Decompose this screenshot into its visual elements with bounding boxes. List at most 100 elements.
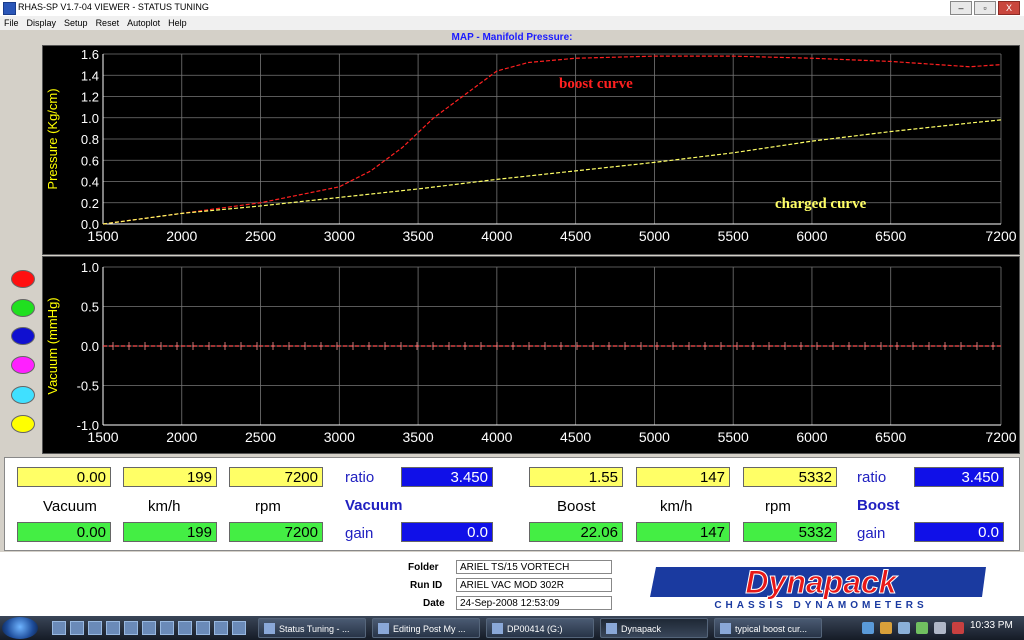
y-tick-label: -0.5 (77, 379, 99, 394)
minimize-button[interactable]: – (950, 1, 972, 15)
y-tick-label: 0.4 (81, 175, 99, 190)
app-icon (606, 623, 617, 634)
taskbar-button-label: DP00414 (G:) (507, 624, 563, 634)
x-tick-label: 6000 (796, 228, 827, 244)
rpm-label-2: rpm (765, 498, 791, 515)
folder-label: Folder (408, 562, 439, 573)
close-button[interactable]: X (998, 1, 1020, 15)
rpm-value-4: 5332 (743, 522, 837, 542)
y-tick-label: 0.6 (81, 153, 99, 168)
menu-setup[interactable]: Setup (60, 16, 92, 30)
channel-red-button[interactable] (11, 270, 35, 288)
rpm-value-3: 7200 (229, 522, 323, 542)
y-tick-label: 0.0 (81, 217, 99, 232)
taskbar-button-typical-boost[interactable]: typical boost cur... (714, 618, 822, 638)
vacuum-value-2: 0.00 (17, 522, 111, 542)
x-tick-label: 4000 (481, 228, 512, 244)
quicklaunch-icon-5[interactable] (124, 621, 138, 635)
gain-value-1: 0.0 (401, 522, 493, 542)
vacuum-label: Vacuum (43, 498, 97, 515)
menu-help[interactable]: Help (164, 16, 191, 30)
tray-speaker-icon[interactable] (898, 622, 910, 634)
quicklaunch-icon-10[interactable] (214, 621, 228, 635)
window-controls: – ▫ X (950, 1, 1020, 15)
taskbar-button-editing-post[interactable]: Editing Post My ... (372, 618, 480, 638)
x-tick-label: 4500 (560, 429, 591, 445)
channel-green-button[interactable] (11, 299, 35, 317)
taskbar-button-drive[interactable]: DP00414 (G:) (486, 618, 594, 638)
runid-field: ARIEL VAC MOD 302R (456, 578, 612, 592)
y-tick-label: 1.0 (81, 111, 99, 126)
folder-field: ARIEL TS/15 VORTECH (456, 560, 612, 574)
boost-value-2: 22.06 (529, 522, 623, 542)
menu-autoplot[interactable]: Autoplot (123, 16, 164, 30)
menu-file[interactable]: File (0, 16, 23, 30)
taskbar-button-dynapack[interactable]: Dynapack (600, 618, 708, 638)
menu-reset[interactable]: Reset (92, 16, 124, 30)
channel-blue-button[interactable] (11, 327, 35, 345)
window-icon (264, 623, 275, 634)
y-tick-label: 0.2 (81, 196, 99, 211)
y-tick-label: 1.2 (81, 90, 99, 105)
dynapack-logo: Dynapack CHASSIS DYNAMOMETERS (650, 564, 986, 611)
quicklaunch-icon-8[interactable] (178, 621, 192, 635)
quicklaunch-icon-11[interactable] (232, 621, 246, 635)
tray-power-icon[interactable] (916, 622, 928, 634)
y-tick-label: 1.0 (81, 260, 99, 275)
tray-display-icon[interactable] (934, 622, 946, 634)
speed-value-2: 147 (636, 467, 730, 487)
vacuum-section-label: Vacuum (345, 497, 403, 514)
pressure-chart-svg: 1500 2000 2500 3000 3500 4000 4500 5000 5500 6000… (45, 47, 1017, 244)
speed-label-1: km/h (148, 498, 181, 515)
ratio-label-1: ratio (345, 469, 375, 486)
taskbar-button-label: Dynapack (621, 624, 662, 634)
x-tick-label: 5500 (718, 228, 749, 244)
rpm-value-2: 5332 (743, 467, 837, 487)
channel-magenta-button[interactable] (11, 356, 35, 374)
logo-tagline: CHASSIS DYNAMOMETERS (714, 600, 927, 611)
start-button[interactable] (2, 617, 38, 639)
menu-display[interactable]: Display (23, 16, 61, 30)
tray-antivirus-icon[interactable] (952, 622, 964, 634)
x-tick-label: 7200 (985, 429, 1016, 445)
quicklaunch-icon-7[interactable] (160, 621, 174, 635)
quicklaunch-icon-2[interactable] (70, 621, 84, 635)
x-tick-label: 5000 (639, 228, 670, 244)
quicklaunch-icon-6[interactable] (142, 621, 156, 635)
quicklaunch-icon-9[interactable] (196, 621, 210, 635)
taskbar-button-status-tuning[interactable]: Status Tuning - ... (258, 618, 366, 638)
menu-bar: File Display Setup Reset Autoplot Help (0, 16, 1024, 30)
quicklaunch-icon-4[interactable] (106, 621, 120, 635)
x-tick-label: 3000 (324, 429, 355, 445)
x-tick-label: 3500 (403, 228, 434, 244)
readout-panel: 0.00 199 7200 ratio 3.450 1.55 147 5332 … (4, 457, 1020, 551)
x-tick-label: 5000 (639, 429, 670, 445)
x-tick-label: 7200 (985, 228, 1016, 244)
series-line-2 (102, 119, 1002, 225)
y-tick-label: 1.6 (81, 47, 99, 62)
quicklaunch-icon-1[interactable] (52, 621, 66, 635)
ratio-value-2: 3.450 (914, 467, 1004, 487)
taskbar-button-label: Status Tuning - ... (279, 624, 350, 634)
taskbar-clock[interactable]: 10:33 PM (970, 620, 1013, 631)
channel-yellow-button[interactable] (11, 415, 35, 433)
x-tick-label: 2000 (166, 429, 197, 445)
y-tick-label: -1.0 (77, 418, 99, 433)
maximize-button[interactable]: ▫ (974, 1, 996, 15)
tray-shield-icon[interactable] (880, 622, 892, 634)
speed-label-2: km/h (660, 498, 693, 515)
gain-label-1: gain (345, 525, 374, 542)
channel-cyan-button[interactable] (11, 386, 35, 404)
tray-network-icon[interactable] (862, 622, 874, 634)
ratio-value-1: 3.450 (401, 467, 493, 487)
quicklaunch-icon-3[interactable] (88, 621, 102, 635)
x-tick-label: 2500 (245, 429, 276, 445)
y-axis-label: Vacuum (mmHg) (45, 297, 60, 394)
speed-value-4: 147 (636, 522, 730, 542)
browser-icon (720, 623, 731, 634)
window-title: RHAS-SP V1.7-04 VIEWER - STATUS TUNING (18, 2, 209, 12)
vacuum-value: 0.00 (17, 467, 111, 487)
boost-section-label: Boost (857, 497, 900, 514)
runid-label: Run ID (410, 580, 443, 591)
x-tick-label: 5500 (718, 429, 749, 445)
